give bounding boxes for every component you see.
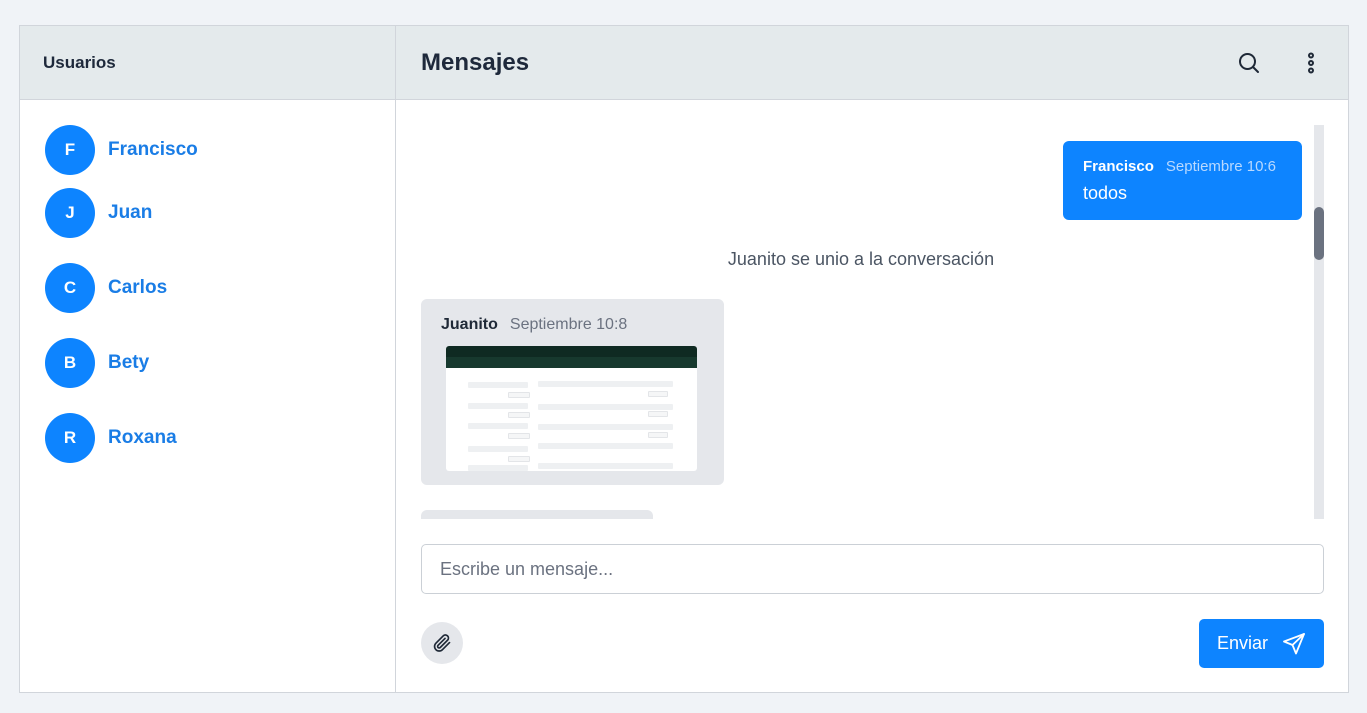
user-name: Roxana: [108, 426, 177, 448]
search-icon: [1239, 53, 1259, 73]
outgoing-message: Francisco Septiembre 10:6 todos: [1063, 141, 1302, 220]
more-options-button[interactable]: [1296, 48, 1326, 78]
avatar: J: [45, 187, 95, 238]
user-list: F Francisco J Juan C Carlos B Bety R Rox…: [20, 100, 395, 475]
avatar: F: [45, 125, 95, 175]
message-sender: Juanito: [441, 316, 498, 333]
avatar: R: [45, 412, 95, 463]
send-label: Enviar: [1216, 633, 1269, 653]
send-icon: [1283, 632, 1305, 654]
message-input[interactable]: [421, 544, 1324, 594]
message-sender: Francisco: [1083, 158, 1154, 175]
user-item-carlos[interactable]: C Carlos: [20, 250, 395, 325]
user-item-roxana[interactable]: R Roxana: [20, 400, 395, 475]
user-name: Bety: [108, 351, 150, 373]
user-item-francisco[interactable]: F Francisco: [20, 125, 395, 175]
users-sidebar: Usuarios F Francisco J Juan C Carlos B B…: [20, 26, 396, 692]
system-message: Juanito se unio a la conversación: [727, 249, 995, 269]
chat-header: Mensajes: [396, 26, 1348, 100]
send-button[interactable]: Enviar: [1199, 619, 1324, 668]
sidebar-title: Usuarios: [20, 26, 395, 100]
message-time: Septiembre 10:6: [1165, 158, 1276, 175]
avatar: B: [45, 337, 95, 388]
user-name: Francisco: [108, 139, 198, 160]
chat-panel: Mensajes Francisco Septiembre 10:6 todos…: [396, 26, 1348, 692]
message-list[interactable]: Francisco Septiembre 10:6 todos Juanito …: [396, 125, 1326, 519]
more-vertical-icon: [1308, 52, 1314, 74]
attach-button[interactable]: [421, 622, 463, 664]
user-item-juan[interactable]: J Juan: [20, 175, 395, 250]
message-text: todos: [1083, 183, 1128, 203]
message-time: Septiembre 10:8: [509, 316, 628, 333]
search-button[interactable]: [1234, 48, 1264, 78]
chat-window: Usuarios F Francisco J Juan C Carlos B B…: [19, 25, 1349, 693]
avatar: C: [45, 262, 95, 313]
page-title: Mensajes: [421, 48, 530, 76]
user-name: Carlos: [108, 276, 168, 298]
image-attachment[interactable]: [446, 346, 697, 471]
user-item-bety[interactable]: B Bety: [20, 325, 395, 400]
user-name: Juan: [108, 201, 153, 223]
scrollbar[interactable]: [1314, 125, 1324, 519]
incoming-message: Juanito Septiembre 10:8: [421, 299, 724, 485]
paperclip-icon: [433, 634, 451, 652]
scrollbar-thumb[interactable]: [1314, 207, 1324, 260]
incoming-message: [421, 510, 653, 519]
